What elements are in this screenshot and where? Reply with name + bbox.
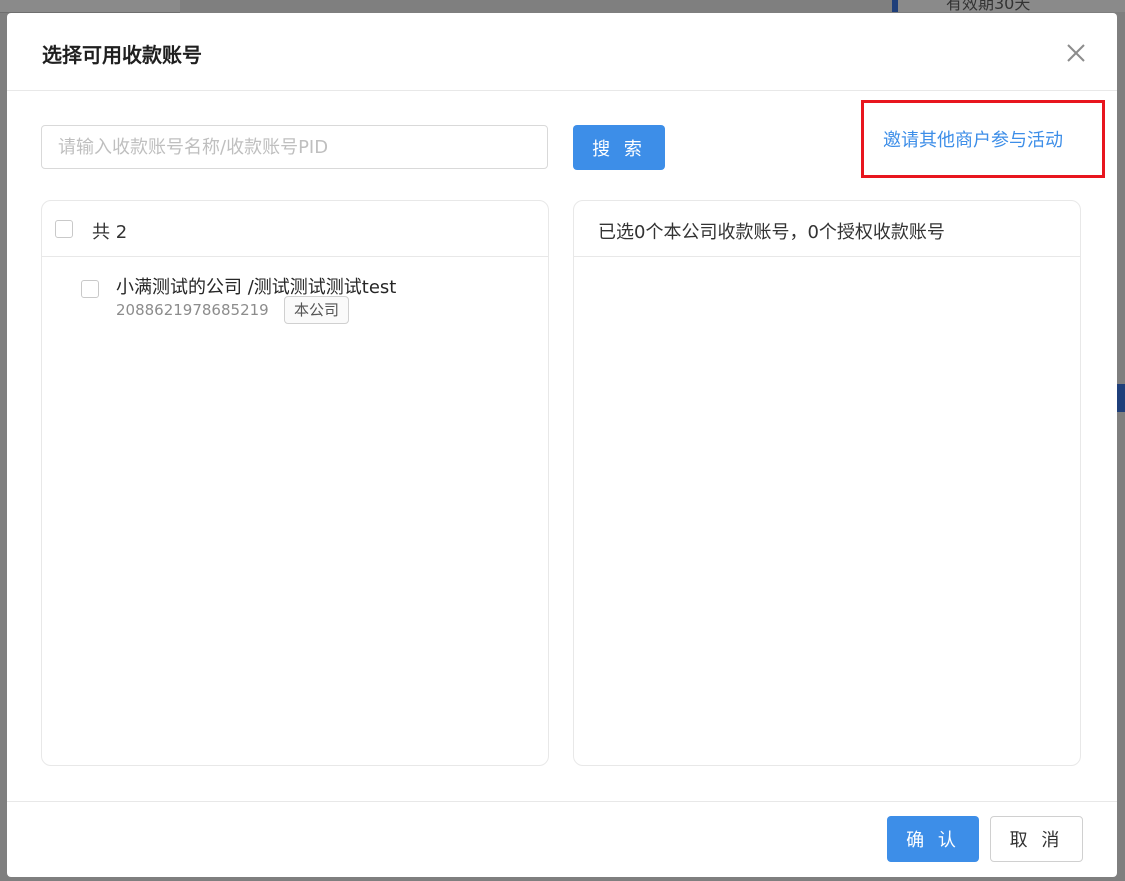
- modal-header: 选择可用收款账号: [7, 13, 1117, 91]
- background-validity-text: 有效期30天: [946, 0, 1031, 13]
- account-checkbox[interactable]: [81, 280, 99, 298]
- selected-count-label: 已选0个本公司收款账号，0个授权收款账号: [598, 222, 945, 243]
- search-input[interactable]: [41, 125, 548, 169]
- search-button[interactable]: 搜 索: [573, 125, 665, 170]
- account-name: 小满测试的公司 /测试测试测试test: [116, 277, 397, 298]
- modal-footer: 确 认 取 消: [7, 801, 1117, 877]
- selected-accounts-panel: 已选0个本公司收款账号，0个授权收款账号: [573, 200, 1081, 766]
- select-all-checkbox[interactable]: [55, 220, 73, 238]
- available-accounts-panel: 共 2 小满测试的公司 /测试测试测试test 2088621978685219…: [41, 200, 549, 766]
- available-accounts-header: 共 2: [42, 201, 548, 257]
- account-count-label: 共 2: [92, 222, 128, 243]
- confirm-button[interactable]: 确 认: [887, 816, 979, 862]
- modal-title: 选择可用收款账号: [42, 43, 202, 67]
- select-account-modal: 选择可用收款账号 搜 索 邀请其他商户参与活动 共 2 小满测试的公司 /测试测…: [7, 13, 1117, 877]
- background-page-header: 有效期30天: [892, 0, 1125, 13]
- invite-merchants-link[interactable]: 邀请其他商户参与活动: [883, 126, 1063, 152]
- close-icon[interactable]: [1063, 40, 1089, 66]
- own-company-badge: 本公司: [284, 296, 350, 324]
- background-accent-bar: [1117, 384, 1125, 412]
- background-page-fragment: [0, 0, 180, 13]
- account-pid: 2088621978685219: [116, 301, 269, 319]
- cancel-button[interactable]: 取 消: [990, 816, 1083, 862]
- selected-accounts-header: 已选0个本公司收款账号，0个授权收款账号: [574, 201, 1080, 257]
